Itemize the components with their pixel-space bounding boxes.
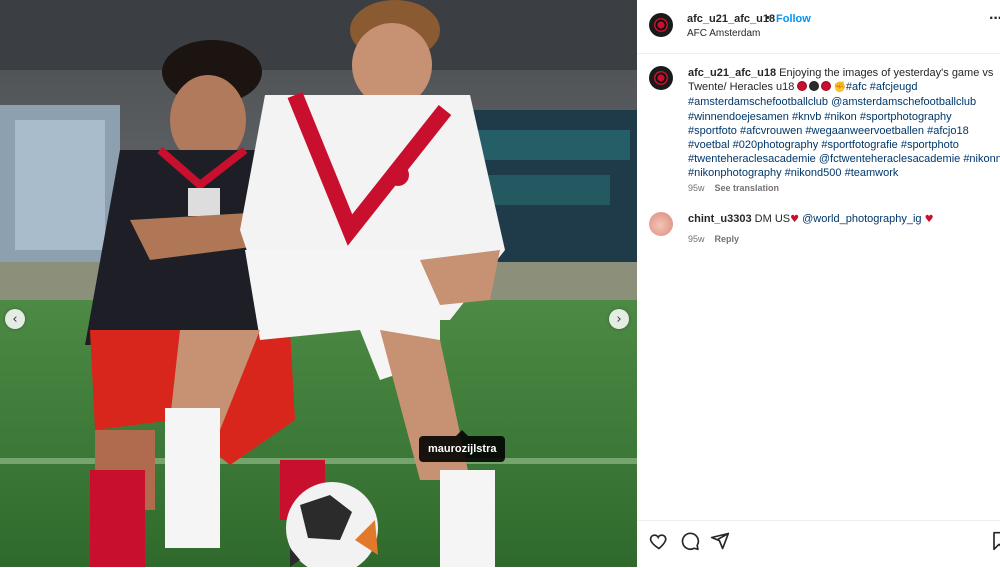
post-header: afc_u21_afc_u18 • Follow AFC Amsterdam ·… [637,0,1000,54]
caption-text-2: Twente/ Heracles u18 [688,81,795,94]
comment-text: DM US [754,213,791,225]
chevron-left-icon: ‹ [12,311,18,327]
hashtags[interactable]: #afc #afcjeugd [846,81,918,93]
see-translation-button[interactable]: See translation [715,183,780,193]
header-username[interactable]: afc_u21_afc_u18 [687,13,775,25]
separator-dot: • [766,12,770,24]
reply-button[interactable]: Reply [715,234,740,244]
comment-time: 95w [688,234,705,244]
previous-photo-button[interactable]: ‹ [5,309,25,329]
hashtag-line[interactable]: #amsterdamschefootballclub @amsterdamsch… [688,95,1000,109]
avatar[interactable] [649,13,673,37]
caption-username[interactable]: afc_u21_afc_u18 [688,67,776,79]
heart-icon: ♥ [924,214,934,225]
hashtag-line[interactable]: #nikonphotography #nikond500 #teamwork [688,166,1000,180]
comment-meta: 95w Reply [688,234,739,244]
post-side-panel: afc_u21_afc_u18 • Follow AFC Amsterdam ·… [637,0,1000,567]
like-heart-icon[interactable] [649,531,669,551]
chevron-right-icon: › [616,311,622,327]
location-link[interactable]: AFC Amsterdam [687,28,760,39]
comment-icon[interactable] [680,531,700,551]
post-photo: ‹ › maurozijlstra [0,0,637,567]
comment: chint_u3303 DM US♥ @world_photography_ig… [688,213,934,225]
share-icon[interactable] [710,531,730,551]
caption-meta: 95w See translation [688,183,779,193]
commenter-avatar[interactable] [649,212,673,236]
hashtag-line[interactable]: #sportfoto #afcvrouwen #wegaanweervoetba… [688,124,1000,138]
caption-time: 95w [688,183,705,193]
post-caption: afc_u21_afc_u18 Enjoying the images of y… [688,66,1000,181]
action-bar [637,520,1000,568]
black-circle-icon [809,81,820,92]
heart-icon: ♥ [790,214,800,225]
comment-mention[interactable]: @world_photography_ig [802,213,921,225]
soccer-photo-illustration [0,0,637,567]
hashtag-line[interactable]: #voetbal #020photography #sportfotografi… [688,138,1000,152]
follow-button[interactable]: Follow [776,13,811,25]
comment-username[interactable]: chint_u3303 [688,213,752,225]
save-bookmark-icon[interactable] [992,531,1000,551]
caption-text: Enjoying the images of yesterday's game … [779,67,994,79]
user-tag[interactable]: maurozijlstra [419,430,506,462]
hashtag-line[interactable]: #winnendoejesamen #knvb #nikon #sportpho… [688,110,1000,124]
more-options-icon[interactable]: ··· [989,10,1000,28]
hashtag-line[interactable]: #twenteheraclesacademie @fctwenteheracle… [688,152,1000,166]
next-photo-button[interactable]: › [609,309,629,329]
caption-avatar[interactable] [649,66,673,90]
red-circle-icon [821,81,832,92]
red-circle-icon [797,81,808,92]
flexed-biceps-icon: ✊ [833,82,846,94]
